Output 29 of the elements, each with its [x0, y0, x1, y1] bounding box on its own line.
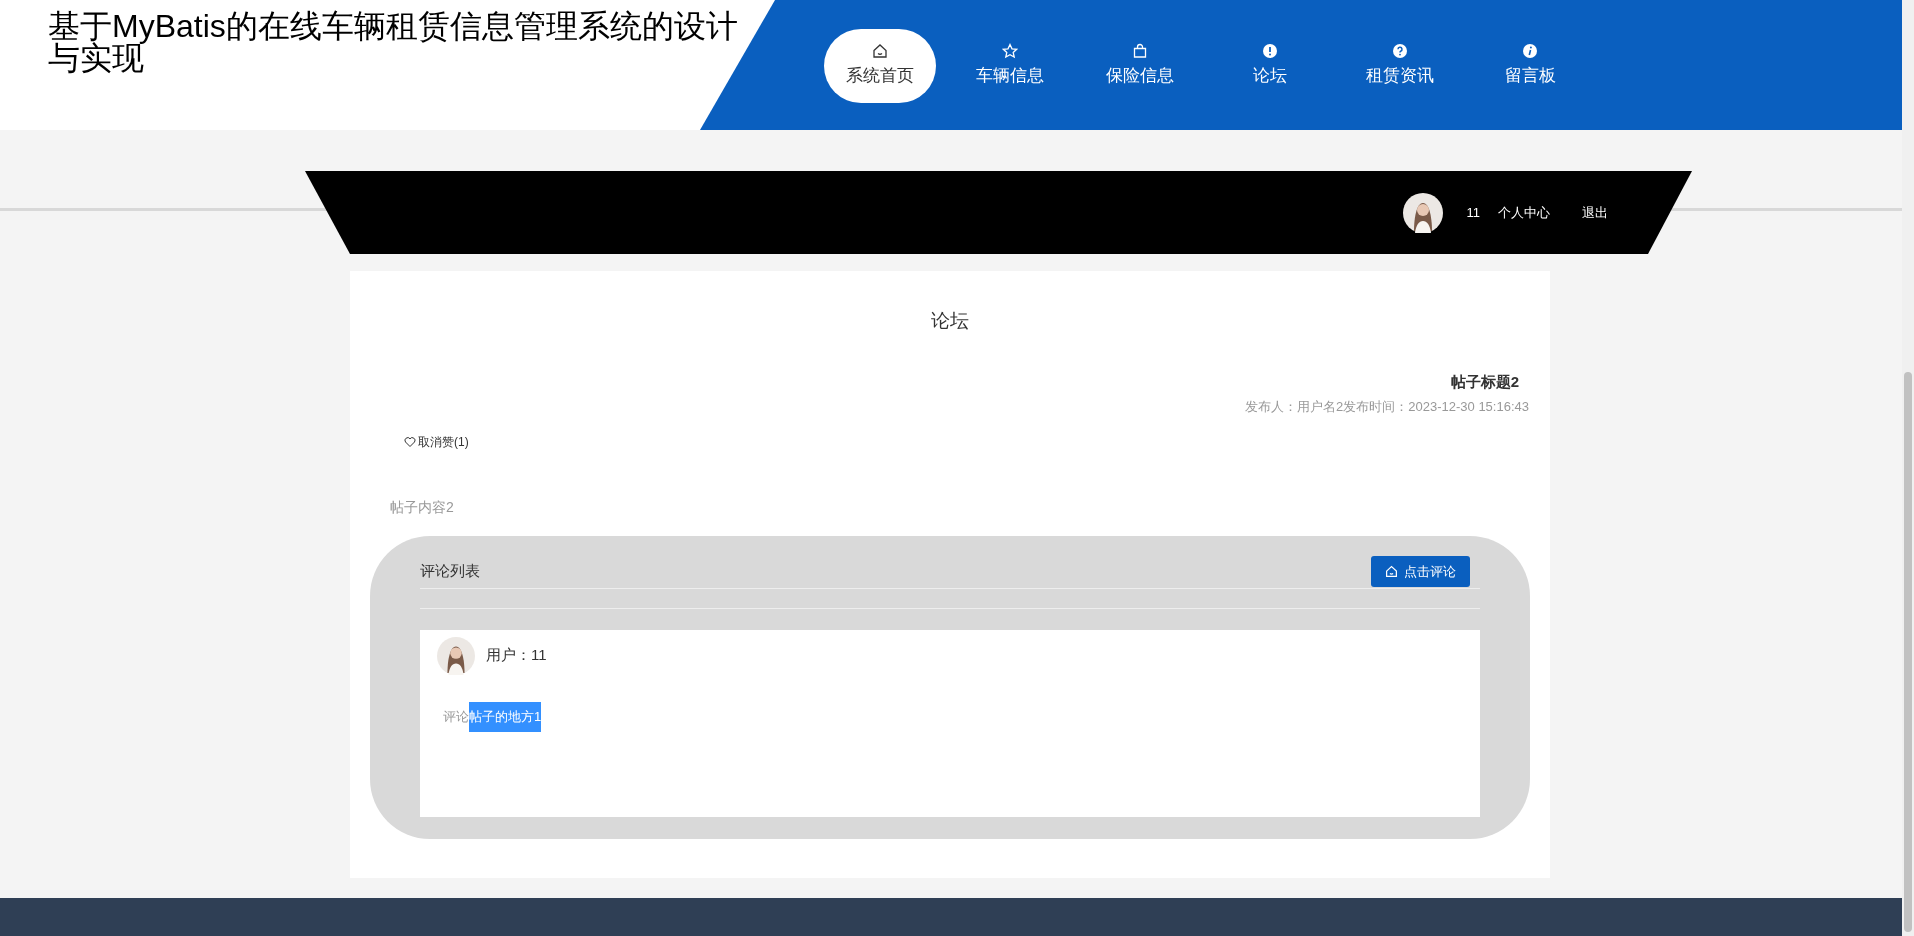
comment-list-title: 评论列表	[420, 561, 480, 582]
avatar	[437, 636, 475, 675]
bag-icon	[1132, 43, 1148, 60]
star-icon	[1002, 43, 1018, 60]
page-title: 论坛	[930, 309, 970, 333]
home-icon	[1385, 565, 1398, 578]
nav-tab[interactable]: 保险信息	[1084, 29, 1196, 103]
nav-tab[interactable]: 论坛	[1214, 29, 1326, 103]
user-link[interactable]: 退出	[1582, 202, 1608, 223]
exclamation-circle-icon	[1262, 43, 1278, 60]
nav-tab[interactable]: 车辆信息	[954, 29, 1066, 103]
like-button[interactable]: 取消赞(1)	[404, 432, 469, 451]
heart-icon	[404, 435, 416, 448]
post-content: 帖子内容2	[390, 497, 455, 517]
home-icon	[872, 43, 888, 60]
comment-text: 评论	[443, 707, 469, 726]
username: 11	[1466, 203, 1480, 222]
post-title: 帖子标题2	[1450, 371, 1519, 392]
nav-tab[interactable]: 留言板	[1474, 29, 1586, 103]
user-link[interactable]: 个人中心	[1498, 202, 1550, 223]
site-title: 基于MyBatis的在线车辆租赁信息管理系统的设计与实现	[48, 10, 739, 74]
info-circle-icon	[1522, 43, 1538, 60]
comment-user: 用户：11	[486, 645, 547, 666]
selected-text: 帖子的地方1	[469, 701, 542, 732]
post-meta: 发布人：用户名2发布时间：2023-12-30 15:16:43	[1245, 398, 1529, 416]
comment-button[interactable]: 点击评论	[1371, 556, 1470, 587]
question-circle-icon	[1392, 43, 1408, 60]
avatar	[1402, 192, 1443, 233]
nav-tab[interactable]: 租赁资讯	[1344, 29, 1456, 103]
